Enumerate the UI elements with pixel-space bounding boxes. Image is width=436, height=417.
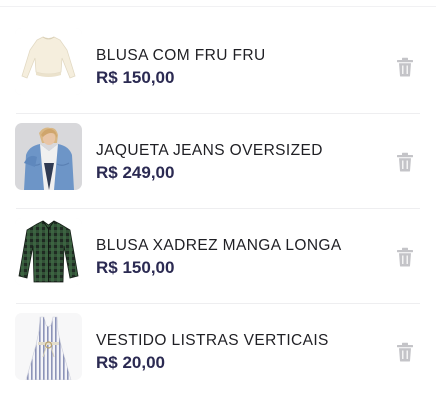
product-name: BLUSA COM FRU FRU <box>96 47 266 64</box>
product-image-ruffle-blouse[interactable] <box>15 28 82 95</box>
product-image-stripe-dress[interactable] <box>15 313 82 380</box>
item-divider <box>16 303 420 304</box>
product-price: R$ 20,00 <box>96 353 165 372</box>
product-image-denim-jacket[interactable] <box>15 123 82 190</box>
trash-icon[interactable] <box>396 247 414 267</box>
cart-item[interactable]: BLUSA XADREZ MANGA LONGA R$ 150,00 <box>0 210 436 304</box>
top-divider <box>0 6 436 7</box>
item-divider <box>16 113 420 114</box>
product-name: JAQUETA JEANS OVERSIZED <box>96 142 323 159</box>
cart-item[interactable]: VESTIDO LISTRAS VERTICAIS R$ 20,00 <box>0 305 436 399</box>
cart-item[interactable]: JAQUETA JEANS OVERSIZED R$ 249,00 <box>0 115 436 209</box>
trash-icon[interactable] <box>396 152 414 172</box>
trash-icon[interactable] <box>396 57 414 77</box>
product-image-plaid-shirt[interactable] <box>15 218 82 285</box>
product-name: VESTIDO LISTRAS VERTICAIS <box>96 332 329 349</box>
item-divider <box>16 208 420 209</box>
trash-icon[interactable] <box>396 342 414 362</box>
product-price: R$ 249,00 <box>96 163 175 182</box>
cart-item[interactable]: BLUSA COM FRU FRU R$ 150,00 <box>0 20 436 114</box>
product-price: R$ 150,00 <box>96 258 175 277</box>
product-price: R$ 150,00 <box>96 68 175 87</box>
product-name: BLUSA XADREZ MANGA LONGA <box>96 237 342 254</box>
